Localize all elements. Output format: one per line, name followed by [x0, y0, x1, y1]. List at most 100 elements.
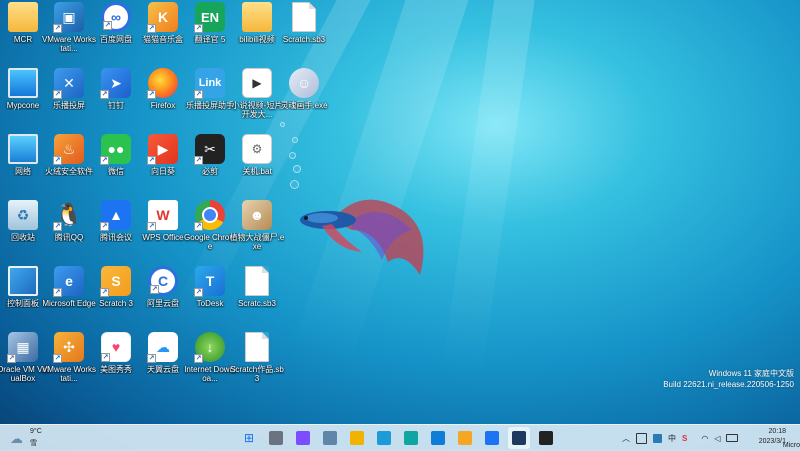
desktop-icon[interactable]: ☺ 灵魂画手.exe [280, 68, 328, 130]
volume-icon[interactable]: ◁ [714, 434, 720, 443]
desktop-icon[interactable]: ↓ ↗ Internet Downloa... [184, 332, 236, 394]
shortcut-arrow-icon: ↗ [53, 222, 62, 231]
bijian-icon: ✂ ↗ [194, 134, 225, 165]
file-icon [245, 332, 269, 362]
desktop-icon[interactable]: ☁ ↗ 天翼云盘 [140, 332, 186, 394]
bubble [293, 165, 301, 173]
app-icon [377, 431, 391, 445]
desktop-icon[interactable]: ✂ ↗ 必剪 [187, 134, 233, 196]
anime-exe-icon: ☺ [289, 68, 319, 98]
qq-icon: 🐧 ↗ [53, 202, 83, 231]
desktop-icon[interactable]: Mypcone [0, 68, 46, 130]
bat-file-icon: ⚙ [242, 134, 272, 164]
desktop-icon[interactable]: ♻ 回收站 [0, 200, 46, 262]
desktop-icon[interactable]: ▶ 小说视频-短片开发大... [232, 68, 282, 130]
desktop-icon[interactable]: ♨ ↗ 火绒安全软件 [45, 134, 93, 196]
desktop-icon[interactable]: ⚙ 关机.bat [234, 134, 280, 196]
computer-icon [8, 68, 38, 98]
desktop-icon[interactable]: ♥ ↗ 美图秀秀 [93, 332, 139, 394]
taskbar-app-3[interactable] [319, 427, 341, 449]
taskbar-app-10[interactable] [508, 427, 530, 449]
app-icon [485, 431, 499, 445]
app-icon [269, 431, 283, 445]
dingtalk-icon: ➤ ↗ [100, 68, 131, 99]
start-button[interactable]: ⊞ [238, 427, 260, 449]
wechat-icon: ●● ↗ [100, 134, 131, 165]
shortcut-arrow-icon: ↗ [100, 222, 109, 231]
taskbar-app-5[interactable] [373, 427, 395, 449]
desktop-icon[interactable]: T ↗ ToDesk [187, 266, 233, 328]
taskbar-app-8[interactable] [454, 427, 476, 449]
battery-icon[interactable] [726, 434, 739, 442]
folder-icon [8, 2, 38, 32]
desktop-icon[interactable]: ●● ↗ 微信 [93, 134, 139, 196]
tray-network-drive-icon[interactable] [653, 433, 662, 443]
shortcut-arrow-icon: ↗ [194, 24, 203, 33]
shortcut-arrow-icon: ↗ [100, 90, 109, 99]
desktop-icon[interactable]: e ↗ Microsoft Edge [42, 266, 96, 328]
system-tray: ︿ 中 S ◠ ◁ [622, 427, 739, 449]
shortcut-arrow-icon: ↗ [147, 90, 156, 99]
desktop-icon[interactable]: Scratch.sb3 [281, 2, 327, 64]
tencent-meeting-icon: ▲ ↗ [100, 200, 131, 231]
desktop-icon-label: 植物大战僵尸.exe [229, 233, 285, 251]
desktop-icon[interactable]: ✕ ↗ 乐播投屏 [46, 68, 92, 130]
taskbar-app-4[interactable] [346, 427, 368, 449]
shortcut-arrow-icon: ↗ [100, 288, 109, 297]
desktop-icon[interactable]: bilibili视频 [234, 2, 280, 64]
windows-watermark: Windows 11 家庭中文版 Build 22621.ni_release.… [663, 368, 794, 390]
desktop-icon[interactable]: MCR [0, 2, 46, 64]
desktop[interactable]: MCR ▣ ↗ VMware Workstati... ∞ ↗ 百度网盘 K ↗ 猫猫音乐盒 EN ↗… [0, 0, 800, 424]
desktop-icon[interactable]: ▦ ↗ Oracle VM VirtualBox [0, 332, 49, 394]
chevron-up-icon[interactable]: ︿ [622, 433, 630, 444]
desktop-icon[interactable]: W ↗ WPS Office [140, 200, 186, 262]
cloud-snow-icon: ☁ [10, 431, 23, 446]
shortcut-arrow-icon: ↗ [100, 156, 109, 165]
recycle-bin-icon: ♻ [8, 200, 38, 230]
taskbar-edge[interactable] [400, 427, 422, 449]
desktop-icon[interactable]: Link ↗ 乐播投屏助手 [186, 68, 234, 130]
desktop-icon[interactable]: Scratch作品.sb3 [230, 332, 284, 394]
light-ray [441, 0, 540, 379]
chrome-icon: ↗ [194, 200, 225, 231]
desktop-icon[interactable]: S ↗ Scratch 3 [93, 266, 139, 328]
file-icon [245, 266, 269, 296]
desktop-icon[interactable]: 网络 [0, 134, 46, 196]
taskbar-apps: ⊞ [238, 427, 557, 449]
windows-build-text: Build 22621.ni_release.220506-1250 [663, 380, 794, 389]
shortcut-arrow-icon: ↗ [194, 90, 203, 99]
wifi-icon[interactable]: ◠ [701, 434, 708, 443]
tianyi-cloud-icon: ☁ ↗ [147, 332, 178, 363]
taskbar-app-1[interactable] [265, 427, 287, 449]
folder-icon [242, 2, 272, 32]
desktop-icon[interactable]: C ↗ 阿里云盘 [140, 266, 186, 328]
taskbar-app-11[interactable] [535, 427, 557, 449]
desktop-icon[interactable]: ↗ Firefox [140, 68, 186, 130]
desktop-icon[interactable]: ▶ ↗ 向日葵 [140, 134, 186, 196]
weather-widget[interactable]: ☁ 9°C 雪 [10, 427, 50, 449]
desktop-icon[interactable]: ✣ ↗ VMware Workstati... [42, 332, 96, 394]
desktop-icon[interactable]: EN ↗ 翻译官 5 [187, 2, 233, 64]
taskbar-app-9[interactable] [481, 427, 503, 449]
desktop-icon-label: 关机.bat [242, 167, 272, 176]
shortcut-arrow-icon: ↗ [53, 156, 62, 165]
desktop-icon[interactable]: ▲ ↗ 腾讯会议 [93, 200, 139, 262]
desktop-icon[interactable]: ↗ Google Chrome [184, 200, 236, 262]
tray-app-icon[interactable] [636, 432, 647, 444]
translator-icon: EN ↗ [194, 2, 225, 33]
desktop-icon[interactable]: 控制面板 [0, 266, 46, 328]
desktop-icon[interactable]: K ↗ 猫猫音乐盒 [140, 2, 186, 64]
desktop-icon[interactable]: 🐧 ↗ 腾讯QQ [46, 200, 92, 262]
antivirus-tray-icon[interactable]: S [682, 434, 687, 443]
desktop-icon[interactable]: ▣ ↗ VMware Workstati... [42, 2, 96, 64]
desktop-icon[interactable]: ∞ ↗ 百度网盘 [93, 2, 139, 64]
app-icon [539, 431, 553, 445]
taskbar-app-2[interactable] [292, 427, 314, 449]
desktop-icon[interactable]: ☻ 植物大战僵尸.exe [230, 200, 284, 262]
ime-indicator[interactable]: 中 [668, 433, 676, 444]
taskbar-app-7[interactable] [427, 427, 449, 449]
desktop-icon[interactable]: Scratc.sb3 [234, 266, 280, 328]
edge-icon: e ↗ [53, 266, 84, 297]
desktop-icon[interactable]: ➤ ↗ 钉钉 [93, 68, 139, 130]
app-icon [296, 431, 310, 445]
